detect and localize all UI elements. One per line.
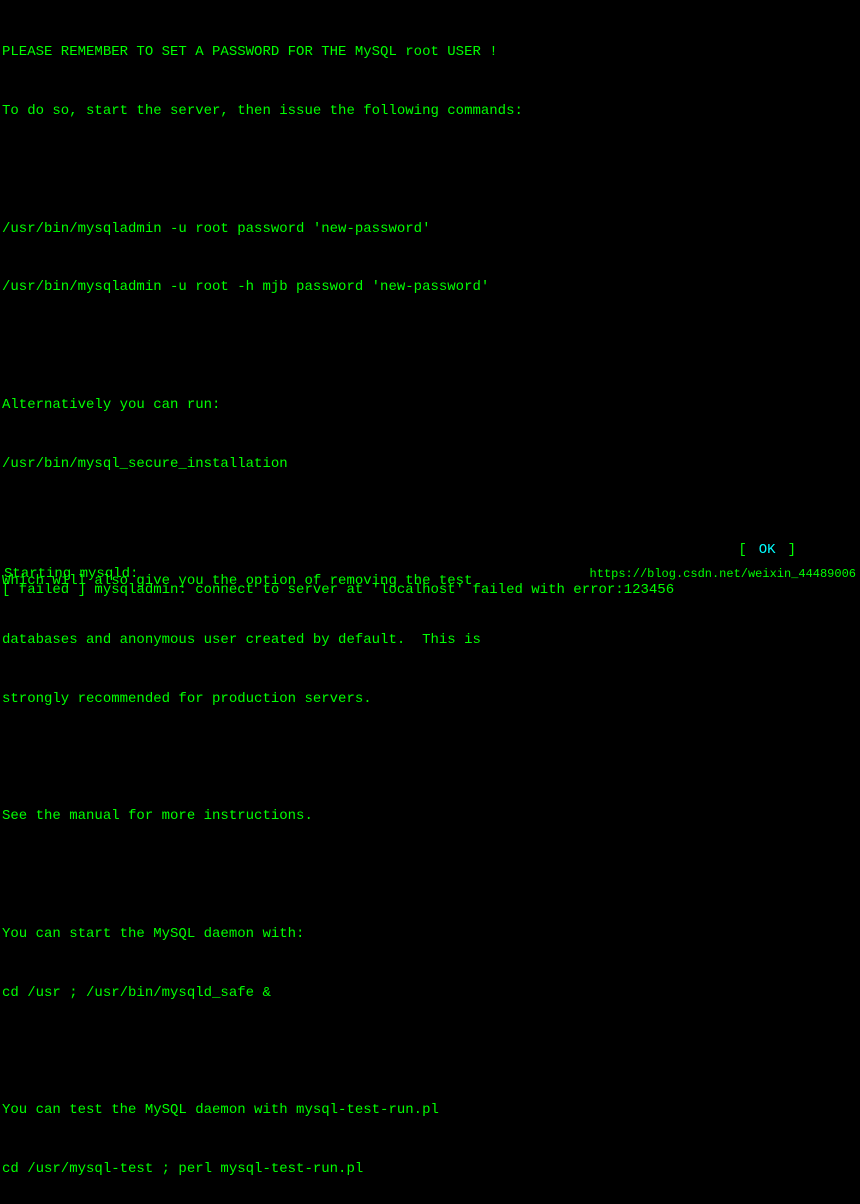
- terminal-line-17: [2, 1042, 858, 1062]
- terminal-line-19: cd /usr/mysql-test ; perl mysql-test-run…: [2, 1160, 858, 1180]
- ok-bracket-left: [: [738, 542, 746, 558]
- terminal-line-12: [2, 749, 858, 769]
- csdn-url[interactable]: https://blog.csdn.net/weixin_44489006: [590, 567, 856, 581]
- terminal-output: PLEASE REMEMBER TO SET A PASSWORD FOR TH…: [2, 4, 858, 1204]
- terminal-line-10: databases and anonymous user created by …: [2, 631, 858, 651]
- terminal-line-15: You can start the MySQL daemon with:: [2, 925, 858, 945]
- ok-bar: [ OK ]: [0, 542, 860, 558]
- ok-bracket-right: ]: [788, 542, 796, 558]
- ok-label[interactable]: OK: [759, 542, 776, 558]
- starting-mysqld-label: Starting mysqld:: [4, 566, 138, 582]
- terminal-line-2: [2, 161, 858, 181]
- terminal-line-11: strongly recommended for production serv…: [2, 690, 858, 710]
- terminal-line-16: cd /usr ; /usr/bin/mysqld_safe &: [2, 984, 858, 1004]
- last-terminal-line: [ failed ] mysqladmin: connect to server…: [0, 582, 676, 598]
- terminal-line-18: You can test the MySQL daemon with mysql…: [2, 1101, 858, 1121]
- terminal-line-3: /usr/bin/mysqladmin -u root password 'ne…: [2, 220, 858, 240]
- terminal-line-5: [2, 337, 858, 357]
- terminal-window: PLEASE REMEMBER TO SET A PASSWORD FOR TH…: [0, 0, 860, 602]
- terminal-line-0: PLEASE REMEMBER TO SET A PASSWORD FOR TH…: [2, 43, 858, 63]
- terminal-line-6: Alternatively you can run:: [2, 396, 858, 416]
- terminal-line-4: /usr/bin/mysqladmin -u root -h mjb passw…: [2, 278, 858, 298]
- bottom-bar: Starting mysqld: https://blog.csdn.net/w…: [0, 566, 860, 582]
- terminal-line-13: See the manual for more instructions.: [2, 807, 858, 827]
- terminal-line-1: To do so, start the server, then issue t…: [2, 102, 858, 122]
- terminal-line-7: /usr/bin/mysql_secure_installation: [2, 455, 858, 475]
- terminal-line-8: [2, 513, 858, 533]
- terminal-line-14: [2, 866, 858, 886]
